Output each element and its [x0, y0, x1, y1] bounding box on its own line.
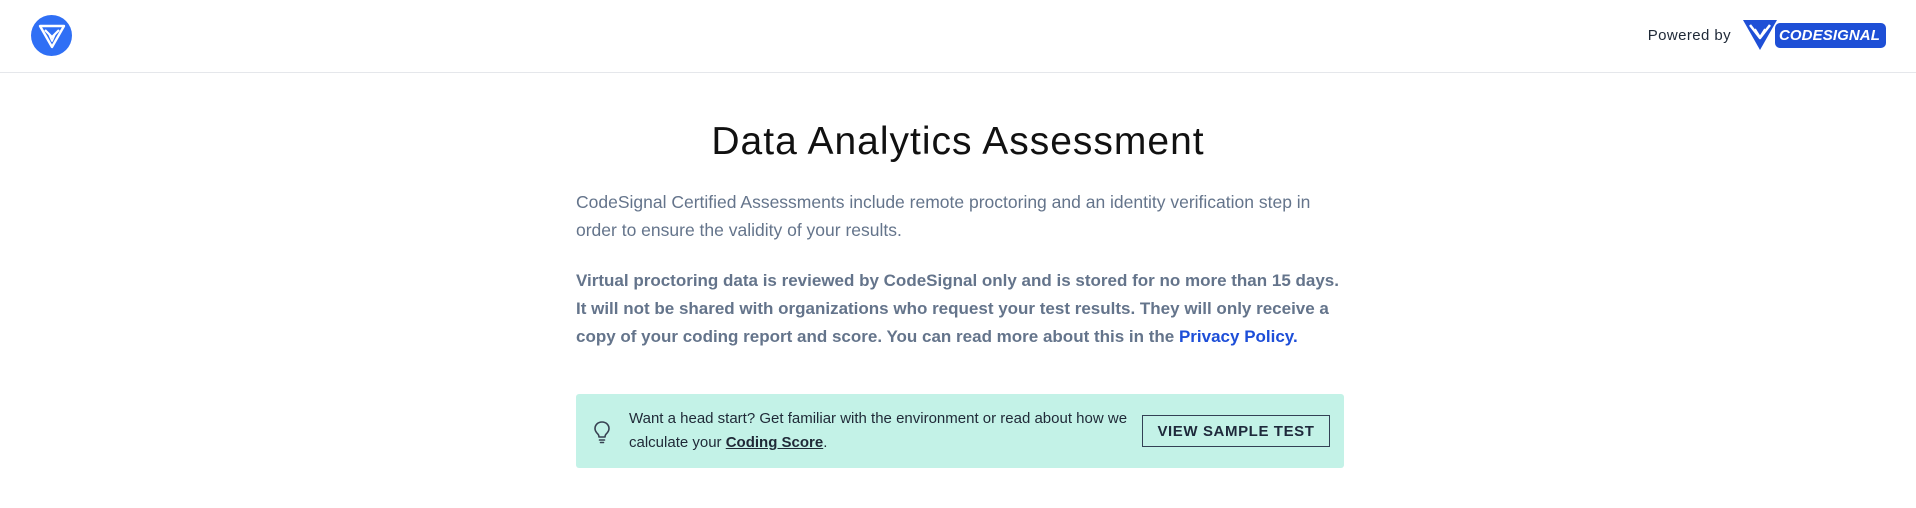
codesignal-wordmark: CODESIGNAL	[1774, 22, 1886, 48]
coding-score-link[interactable]: Coding Score	[726, 434, 824, 451]
page-title: Data Analytics Assessment	[711, 120, 1205, 163]
codesignal-logo[interactable]: CODESIGNAL	[1741, 18, 1886, 52]
main-content: CodeSignal Certified Assessments include…	[576, 188, 1346, 351]
powered-by-label: Powered by	[1647, 26, 1731, 44]
powered-by: Powered by CODESIGNAL	[1648, 17, 1886, 53]
tip-text-body: Want a head start? Get familiar with the…	[629, 410, 1128, 451]
tip-banner: Want a head start? Get familiar with the…	[576, 394, 1344, 468]
shield-logo-icon[interactable]	[31, 15, 72, 56]
privacy-policy-link[interactable]: Privacy Policy.	[1179, 327, 1298, 346]
intro-text: CodeSignal Certified Assessments include…	[576, 192, 1311, 240]
lightbulb-icon	[594, 421, 610, 444]
codesignal-mark-icon	[1742, 20, 1777, 50]
top-bar: Powered by CODESIGNAL	[0, 0, 1916, 73]
view-sample-test-button[interactable]: VIEW SAMPLE TEST	[1142, 415, 1330, 447]
privacy-notice: Virtual proctoring data is reviewed by C…	[576, 267, 1346, 351]
tip-text-end: .	[823, 434, 828, 451]
tip-text: Want a head start? Get familiar with the…	[629, 407, 1149, 455]
